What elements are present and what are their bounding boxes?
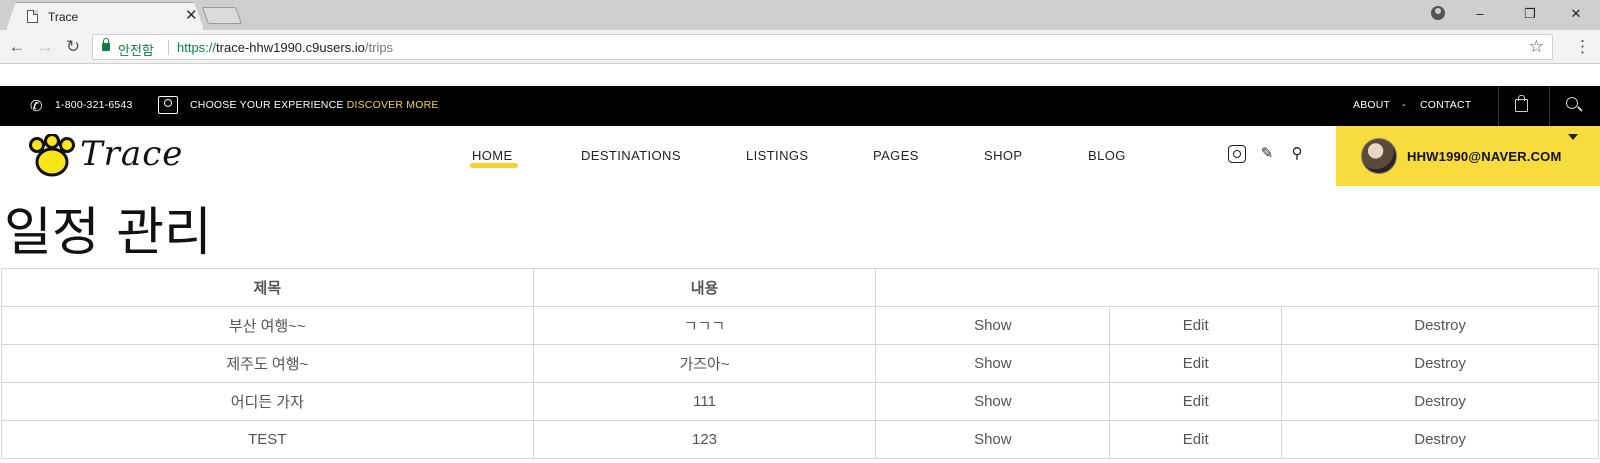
trip-content: ㄱㄱㄱ bbox=[532, 306, 877, 345]
shopping-bag-icon[interactable] bbox=[1515, 95, 1528, 112]
phone-number[interactable]: 1-800-321-6543 bbox=[55, 99, 133, 111]
lock-icon bbox=[102, 38, 110, 51]
omnibox-divider bbox=[168, 40, 169, 55]
logo-text[interactable]: Trace bbox=[80, 134, 183, 174]
chevron-down-icon[interactable] bbox=[1568, 134, 1578, 140]
browser-tab[interactable]: Trace ✕ bbox=[6, 2, 204, 30]
main-nav: Trace HOME DESTINATIONS LISTINGS PAGES S… bbox=[0, 126, 1600, 186]
column-header-title: 제목 bbox=[1, 268, 534, 307]
column-header-actions bbox=[875, 268, 1599, 307]
trip-title: 어디든 가자 bbox=[1, 382, 534, 421]
trip-content: 123 bbox=[532, 420, 877, 459]
show-link[interactable]: Show bbox=[875, 420, 1111, 459]
tab-title: Trace bbox=[48, 10, 79, 24]
user-menu[interactable]: HHW1990@NAVER.COM bbox=[1336, 126, 1600, 186]
discover-more-link[interactable]: DISCOVER MORE bbox=[347, 99, 439, 111]
edit-link[interactable]: Edit bbox=[1109, 344, 1283, 383]
url-text[interactable]: https://trace-hhw1990.c9users.io/trips bbox=[177, 40, 393, 55]
document-icon bbox=[27, 10, 38, 23]
choose-text: CHOOSE YOUR EXPERIENCE bbox=[190, 99, 344, 111]
table-row: 어디든 가자 111 Show Edit Destroy bbox=[1, 382, 1599, 421]
show-link[interactable]: Show bbox=[875, 382, 1111, 421]
browser-toolbar: ← → ↻ 안전함 https://trace-hhw1990.c9users.… bbox=[0, 30, 1600, 64]
destroy-link[interactable]: Destroy bbox=[1281, 382, 1599, 421]
url-scheme: https:// bbox=[177, 40, 217, 55]
profile-icon[interactable] bbox=[1431, 6, 1445, 20]
map-icon bbox=[158, 96, 178, 114]
experience-text: CHOOSE YOUR EXPERIENCE DISCOVER MORE bbox=[190, 99, 439, 111]
trip-content: 111 bbox=[532, 382, 877, 421]
table-row: 부산 여행~~ ㄱㄱㄱ Show Edit Destroy bbox=[1, 306, 1599, 345]
destroy-link[interactable]: Destroy bbox=[1281, 344, 1599, 383]
nav-pages[interactable]: PAGES bbox=[873, 148, 919, 163]
nav-destinations[interactable]: DESTINATIONS bbox=[581, 148, 681, 163]
nav-blog[interactable]: BLOG bbox=[1088, 148, 1126, 163]
about-link[interactable]: ABOUT bbox=[1353, 99, 1390, 111]
table-row: TEST 123 Show Edit Destroy bbox=[1, 420, 1599, 459]
instagram-icon[interactable] bbox=[1228, 145, 1246, 163]
nav-listings[interactable]: LISTINGS bbox=[746, 148, 808, 163]
restore-icon[interactable]: ❐ bbox=[1508, 3, 1552, 25]
topbar-dash: - bbox=[1402, 99, 1406, 111]
destroy-link[interactable]: Destroy bbox=[1281, 306, 1599, 345]
trip-content: 가즈아~ bbox=[532, 344, 877, 383]
new-tab-button[interactable] bbox=[201, 7, 243, 24]
show-link[interactable]: Show bbox=[875, 344, 1111, 383]
browser-tabstrip: Trace ✕ – ❐ ✕ bbox=[0, 0, 1600, 30]
edit-link[interactable]: Edit bbox=[1109, 382, 1283, 421]
site-topbar: ✆ 1-800-321-6543 CHOOSE YOUR EXPERIENCE … bbox=[0, 86, 1600, 126]
contact-link[interactable]: CONTACT bbox=[1420, 99, 1471, 111]
nav-home[interactable]: HOME bbox=[472, 148, 513, 163]
url-path: /trips bbox=[364, 40, 394, 55]
browser-menu-icon[interactable]: ⋮ bbox=[1574, 36, 1591, 58]
trips-table: 제목 내용 부산 여행~~ ㄱㄱㄱ Show Edit Destroy 제주도 … bbox=[1, 268, 1599, 459]
paw-logo-icon[interactable] bbox=[28, 134, 76, 178]
edit-link[interactable]: Edit bbox=[1109, 420, 1283, 459]
table-header-row: 제목 내용 bbox=[1, 268, 1599, 307]
bookmark-star-icon[interactable]: ☆ bbox=[1529, 37, 1544, 57]
minimize-icon[interactable]: – bbox=[1458, 3, 1502, 25]
secure-label: 안전함 bbox=[118, 43, 154, 58]
user-edit-icon[interactable]: ✎ bbox=[1258, 145, 1276, 163]
page-title: 일정 관리 bbox=[4, 203, 212, 263]
edit-link[interactable]: Edit bbox=[1109, 306, 1283, 345]
topbar-divider bbox=[1498, 86, 1499, 126]
close-tab-icon[interactable]: ✕ bbox=[185, 8, 198, 24]
active-underline bbox=[470, 163, 518, 168]
address-bar[interactable]: 안전함 https://trace-hhw1990.c9users.io/tri… bbox=[92, 34, 1553, 60]
close-window-icon[interactable]: ✕ bbox=[1554, 3, 1598, 25]
topbar-divider bbox=[1549, 86, 1550, 126]
avatar bbox=[1361, 138, 1397, 174]
trip-title: TEST bbox=[1, 420, 534, 459]
location-person-icon[interactable]: ⚲ bbox=[1288, 145, 1306, 163]
forward-icon[interactable]: → bbox=[34, 36, 56, 58]
column-header-content: 내용 bbox=[532, 268, 877, 307]
url-host: trace-hhw1990.c9users.io bbox=[216, 40, 365, 55]
trip-title: 제주도 여행~ bbox=[1, 344, 534, 383]
show-link[interactable]: Show bbox=[875, 306, 1111, 345]
trip-title: 부산 여행~~ bbox=[1, 306, 534, 345]
nav-shop[interactable]: SHOP bbox=[984, 148, 1022, 163]
destroy-link[interactable]: Destroy bbox=[1281, 420, 1599, 459]
reload-icon[interactable]: ↻ bbox=[62, 36, 84, 58]
table-row: 제주도 여행~ 가즈아~ Show Edit Destroy bbox=[1, 344, 1599, 383]
user-email: HHW1990@NAVER.COM bbox=[1407, 149, 1562, 164]
back-icon[interactable]: ← bbox=[6, 36, 28, 58]
search-icon[interactable] bbox=[1566, 97, 1578, 109]
phone-icon: ✆ bbox=[30, 98, 43, 115]
